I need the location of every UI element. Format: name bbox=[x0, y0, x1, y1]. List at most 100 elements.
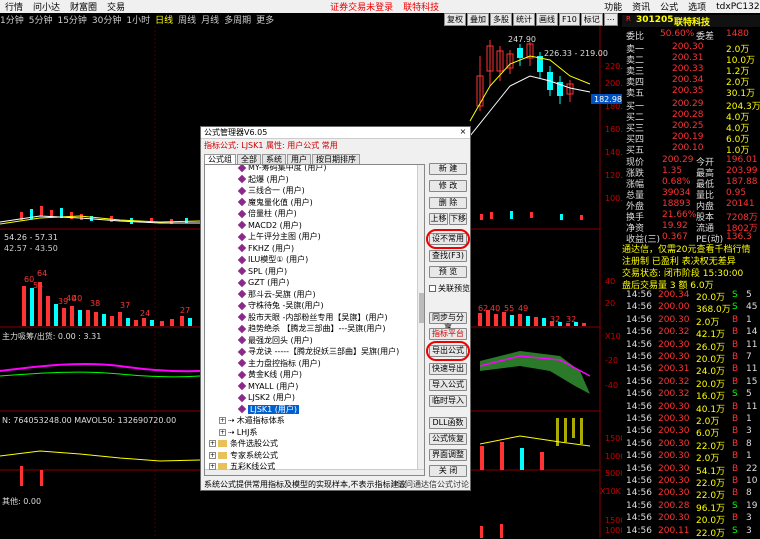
adjust-ui-button[interactable]: 界面调整 bbox=[429, 449, 467, 461]
tf-1h[interactable]: 1小时 bbox=[126, 13, 150, 26]
tick-row[interactable]: 14:56 200.32 16.0万 S 5 bbox=[622, 389, 760, 402]
tick-row[interactable]: 14:56 200.30 2.0万 B 1 bbox=[622, 315, 760, 328]
toolbar-adjust-button[interactable]: 复权 bbox=[444, 13, 466, 26]
expand-icon[interactable]: + bbox=[219, 428, 226, 436]
formula-item[interactable]: 守株待兔 -吴旗(用户) bbox=[237, 300, 324, 311]
toolbar-stats-button[interactable]: 统计 bbox=[513, 13, 535, 26]
tf-weekly[interactable]: 周线 bbox=[178, 13, 196, 26]
formula-item[interactable]: 起爆 (用户) bbox=[237, 174, 289, 185]
stat-row[interactable]: 总量 39034 量比 0.95 bbox=[622, 188, 760, 201]
sell-row[interactable]: 卖五 200.35 30.1万 bbox=[622, 86, 760, 99]
tab-sort-by-date[interactable]: 按日期排序 bbox=[312, 154, 360, 164]
restore-formula-button[interactable]: 公式恢复 bbox=[429, 433, 467, 445]
tick-row[interactable]: 14:56 200.34 20.0万 S 5 bbox=[622, 290, 760, 303]
tick-row[interactable]: 14:56 200.30 2.0万 B 1 bbox=[622, 414, 760, 427]
sell-row[interactable]: 卖二 200.31 10.0万 bbox=[622, 53, 760, 66]
formula-item[interactable]: LJSK1 (用户) bbox=[237, 404, 300, 415]
stat-row[interactable]: 现价 200.29 今开 196.01 bbox=[622, 155, 760, 168]
tick-row[interactable]: 14:56 200.30 20.0万 B 3 bbox=[622, 513, 760, 526]
formula-item[interactable]: LJSK2 (用户) bbox=[237, 392, 295, 403]
tick-row[interactable]: 14:56 200.31 24.0万 B 11 bbox=[622, 364, 760, 377]
checkbox-icon[interactable] bbox=[429, 285, 436, 292]
tf-5min[interactable]: 5分钟 bbox=[29, 13, 53, 26]
toolbar-multi-button[interactable]: 多股 bbox=[490, 13, 512, 26]
toolbar-overlay-button[interactable]: 叠加 bbox=[467, 13, 489, 26]
sell-row[interactable]: 卖四 200.34 2.0万 bbox=[622, 75, 760, 88]
stat-row[interactable]: 涨幅 0.68% 最低 187.88 bbox=[622, 177, 760, 190]
formula-item[interactable]: 魔鬼量化值 (用户) bbox=[237, 197, 313, 208]
tick-row[interactable]: 14:56 200.11 22.0万 S 3 bbox=[622, 526, 760, 539]
stat-row[interactable]: 涨跌 1.35 最高 203.99 bbox=[622, 166, 760, 179]
formula-item[interactable]: 那斗云-吴旗 (用户) bbox=[237, 289, 316, 300]
tick-row[interactable]: 14:56 200.28 96.1万 S 19 bbox=[622, 501, 760, 514]
tick-row[interactable]: 14:56 200.30 26.0万 B 11 bbox=[622, 340, 760, 353]
link-preview-checkbox[interactable]: 关联预览 bbox=[429, 284, 470, 294]
tree-scrollbar[interactable] bbox=[417, 165, 424, 475]
menu-item-trade[interactable]: 交易 bbox=[107, 0, 125, 13]
tab-system[interactable]: 系统 bbox=[262, 154, 286, 164]
formula-group[interactable]: + 条件选股公式 bbox=[209, 438, 278, 449]
formula-item[interactable]: 寻龙诀 -----【腾龙捉妖三部曲】吴旗(用户) bbox=[237, 346, 399, 357]
tf-1min[interactable]: 1分钟 bbox=[0, 13, 24, 26]
move-up-button[interactable]: 上移 bbox=[429, 213, 448, 225]
buy-row[interactable]: 买三 200.25 4.0万 bbox=[622, 121, 760, 134]
stat-row[interactable]: 换手 21.66% 股本 7208万 bbox=[622, 210, 760, 223]
formula-item[interactable]: GZT (用户) bbox=[237, 277, 289, 288]
find-button[interactable]: 查找(F3) bbox=[429, 250, 467, 262]
tf-monthly[interactable]: 月线 bbox=[201, 13, 219, 26]
tf-15min[interactable]: 15分钟 bbox=[57, 13, 86, 26]
formula-item[interactable]: SPL (用户) bbox=[237, 266, 287, 277]
buy-row[interactable]: 买二 200.28 4.0万 bbox=[622, 110, 760, 123]
temp-import-button[interactable]: 临时导入 bbox=[429, 395, 467, 407]
formula-group[interactable]: + 五彩K线公式 bbox=[209, 461, 275, 472]
tick-row[interactable]: 14:56 200.30 22.0万 B 8 bbox=[622, 439, 760, 452]
tab-user[interactable]: 用户 bbox=[287, 154, 311, 164]
formula-item[interactable]: FKHZ (用户) bbox=[237, 243, 294, 254]
expand-icon[interactable]: + bbox=[209, 440, 216, 447]
tab-all[interactable]: 全部 bbox=[237, 154, 261, 164]
menu-item-ask[interactable]: 问小达 bbox=[33, 0, 60, 13]
formula-group[interactable]: + ⇢ LHJ系 bbox=[219, 427, 258, 438]
tick-row[interactable]: 14:56 200.30 2.0万 B 1 bbox=[622, 451, 760, 464]
tick-row[interactable]: 14:56 200.32 42.1万 B 14 bbox=[622, 327, 760, 340]
tf-daily[interactable]: 日线 bbox=[155, 13, 173, 26]
sync-share-button[interactable]: 同步与分享 bbox=[429, 312, 467, 332]
login-notice[interactable]: 证券交易未登录 bbox=[330, 0, 393, 13]
menu-item-wealth[interactable]: 财富圈 bbox=[70, 0, 97, 13]
menu-item-formula[interactable]: 公式 bbox=[660, 0, 678, 13]
toolbar-more-button[interactable]: ⋯ bbox=[603, 13, 618, 26]
formula-group[interactable]: + 专家系统公式 bbox=[209, 450, 278, 461]
close-button[interactable]: 关 闭 bbox=[429, 465, 467, 477]
toolbar-mark-button[interactable]: 标记 bbox=[580, 13, 603, 26]
formula-item[interactable]: MY-筹码集中度 (用户) bbox=[237, 165, 327, 173]
tab-formula-group[interactable]: 公式组 bbox=[204, 154, 236, 164]
expand-icon[interactable]: + bbox=[219, 417, 226, 424]
tick-row[interactable]: 14:56 200.30 6.0万 B 3 bbox=[622, 426, 760, 439]
formula-item[interactable]: 趋势绝杀 【腾龙三部曲】---吴旗(用户) bbox=[237, 323, 385, 334]
expand-icon[interactable]: + bbox=[209, 451, 216, 459]
tick-row[interactable]: 14:56 200.30 22.0万 B 8 bbox=[622, 488, 760, 501]
stat-row[interactable]: 净资 19.92 流通 1802万 bbox=[622, 221, 760, 234]
menu-item-news[interactable]: 资讯 bbox=[632, 0, 650, 13]
tick-row[interactable]: 14:56 200.30 22.0万 B 10 bbox=[622, 476, 760, 489]
tick-row[interactable]: 14:56 200.30 54.1万 B 22 bbox=[622, 464, 760, 477]
edit-button[interactable]: 修 改 bbox=[429, 180, 467, 192]
preview-button[interactable]: 预 览 bbox=[429, 266, 467, 278]
formula-item[interactable]: 最强龙回头 (用户) bbox=[237, 335, 313, 346]
scroll-thumb[interactable] bbox=[419, 293, 424, 323]
expand-icon[interactable]: + bbox=[209, 463, 216, 470]
formula-item[interactable]: ILU模型① (用户) bbox=[237, 254, 308, 265]
tf-30min[interactable]: 30分钟 bbox=[92, 13, 121, 26]
formula-item[interactable]: 主力盘控指标 (用户) bbox=[237, 358, 321, 369]
menu-item-options[interactable]: 选项 bbox=[688, 0, 706, 13]
delete-button[interactable]: 删 除 bbox=[429, 197, 467, 209]
tick-row[interactable]: 14:56 200.00 368.0万 S 45 bbox=[622, 302, 760, 315]
buy-row[interactable]: 买四 200.19 6.0万 bbox=[622, 132, 760, 145]
tick-row[interactable]: 14:56 200.32 20.0万 B 15 bbox=[622, 377, 760, 390]
sell-row[interactable]: 卖三 200.33 1.2万 bbox=[622, 64, 760, 77]
move-down-button[interactable]: 下移 bbox=[449, 213, 467, 225]
stat-row[interactable]: 外盘 18893 内盘 20141 bbox=[622, 199, 760, 212]
formula-item[interactable]: 黄金K线 (用户) bbox=[237, 369, 302, 380]
formula-item[interactable]: 股市天眼 -内部粉丝专用【吴旗】(用户) bbox=[237, 312, 388, 323]
formula-item[interactable]: MACD2 (用户) bbox=[237, 220, 302, 231]
